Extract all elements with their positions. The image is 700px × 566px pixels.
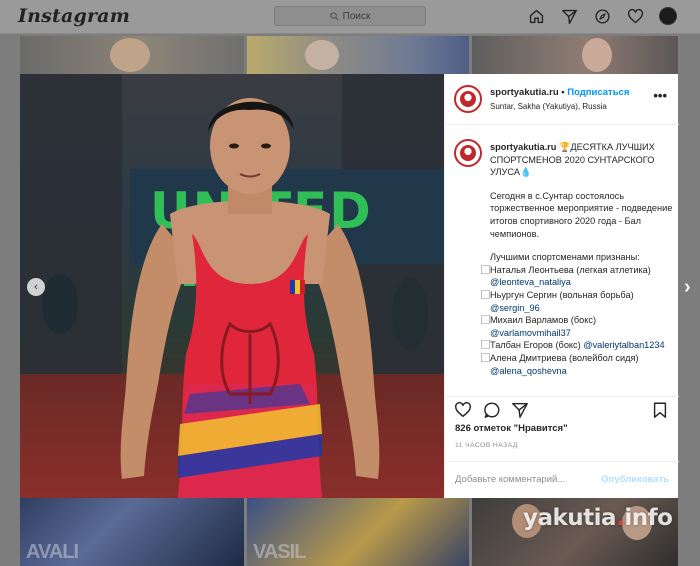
caption-author-avatar[interactable] <box>454 139 482 167</box>
background-post-thumbnail[interactable]: AVALI <box>20 498 244 566</box>
caption-paragraph: Сегодня в с.Сунтар состоялось торжествен… <box>490 190 673 239</box>
author-username[interactable]: sportyakutia.ru <box>490 87 559 98</box>
watermark-text: yakutia <box>523 505 617 531</box>
watermark-text: info <box>624 505 673 531</box>
background-post-thumbnail[interactable] <box>247 36 469 74</box>
thumbnail-text: AVALI <box>26 541 79 563</box>
caption-list-item: ⃞Наталья Леонтьева (легкая атлетика) @le… <box>490 264 651 288</box>
background-post-thumbnail[interactable] <box>472 36 678 74</box>
home-icon[interactable] <box>526 6 546 26</box>
mention-link[interactable]: @leonteva_nataliya <box>490 277 571 287</box>
search-icon <box>330 11 339 20</box>
post-header: sportyakutia.ru • Подписаться Suntar, Sa… <box>445 74 679 125</box>
post-actions <box>445 396 679 424</box>
post-side-panel: sportyakutia.ru • Подписаться Suntar, Sa… <box>444 74 679 498</box>
comment-icon[interactable] <box>483 401 503 421</box>
caption-username[interactable]: sportyakutia.ru <box>490 142 556 152</box>
mention-link[interactable]: @alena_qoshevna <box>490 366 567 376</box>
post-comment-button[interactable]: Опубликовать <box>601 474 669 485</box>
thumbnail-text: VASIL <box>253 541 306 563</box>
next-post-button[interactable]: › <box>684 276 691 299</box>
comment-box: Добавьте комментарий... Опубликовать <box>445 461 679 498</box>
background-post-thumbnail[interactable]: VASIL <box>247 498 469 566</box>
wrestler-figure <box>120 98 380 498</box>
likes-count[interactable]: 826 отметок "Нравится" <box>455 423 568 434</box>
profile-avatar[interactable] <box>658 6 678 26</box>
mention-link[interactable]: @sergin_96 <box>490 303 540 313</box>
watermark-logo: yakutia.info <box>523 505 673 531</box>
heart-icon[interactable] <box>625 6 645 26</box>
like-icon[interactable] <box>454 401 474 421</box>
search-input[interactable]: Поиск <box>274 6 426 26</box>
mention-link[interactable]: @varlamovmihail37 <box>490 328 571 338</box>
search-placeholder: Поиск <box>342 10 371 22</box>
post-caption: sportyakutia.ru 🏆ДЕСЯТКА ЛУЧШИХ СПОРТСМЕ… <box>454 136 674 394</box>
comment-input[interactable]: Добавьте комментарий... <box>455 474 565 485</box>
caption-list-item: ⃞Михаил Варламов (бокс) @varlamovmihail3… <box>490 315 597 338</box>
share-icon[interactable] <box>511 401 531 421</box>
more-options-icon[interactable]: ••• <box>653 88 667 103</box>
author-avatar[interactable] <box>454 85 482 113</box>
explore-icon[interactable] <box>592 6 612 26</box>
caption-list-item: ⃞Талбан Егоров (бокс) @valeriytalban1234 <box>490 340 665 351</box>
background-post-thumbnail[interactable] <box>20 36 244 74</box>
caption-list-item: ⃞Ньургун Сергин (вольная борьба) @sergin… <box>490 289 634 313</box>
top-nav-bar: Instagram Поиск <box>0 0 700 34</box>
save-bookmark-icon[interactable] <box>651 401 671 421</box>
chevron-right-icon: › <box>684 276 691 298</box>
caption-intro: Лучшими спортсменами признаны: <box>490 252 640 263</box>
caption-list-item: ⃞Алена Дмитриева (волейбол сидя) @alena_… <box>490 352 639 376</box>
separator-dot: • <box>561 87 565 98</box>
instagram-logo[interactable]: Instagram <box>18 5 130 27</box>
post-location[interactable]: Suntar, Sakha (Yakutiya), Russia <box>490 102 607 111</box>
follow-button[interactable]: Подписаться <box>567 87 629 98</box>
post-timestamp[interactable]: 11 ЧАСОВ НАЗАД <box>455 442 518 449</box>
post-photo[interactable]: UNITED W <box>20 74 444 498</box>
carousel-prev-button[interactable]: ‹ <box>27 278 45 296</box>
mention-link[interactable]: @valeriytalban1234 <box>583 340 664 350</box>
direct-icon[interactable] <box>559 6 579 26</box>
chevron-left-icon: ‹ <box>34 281 38 293</box>
